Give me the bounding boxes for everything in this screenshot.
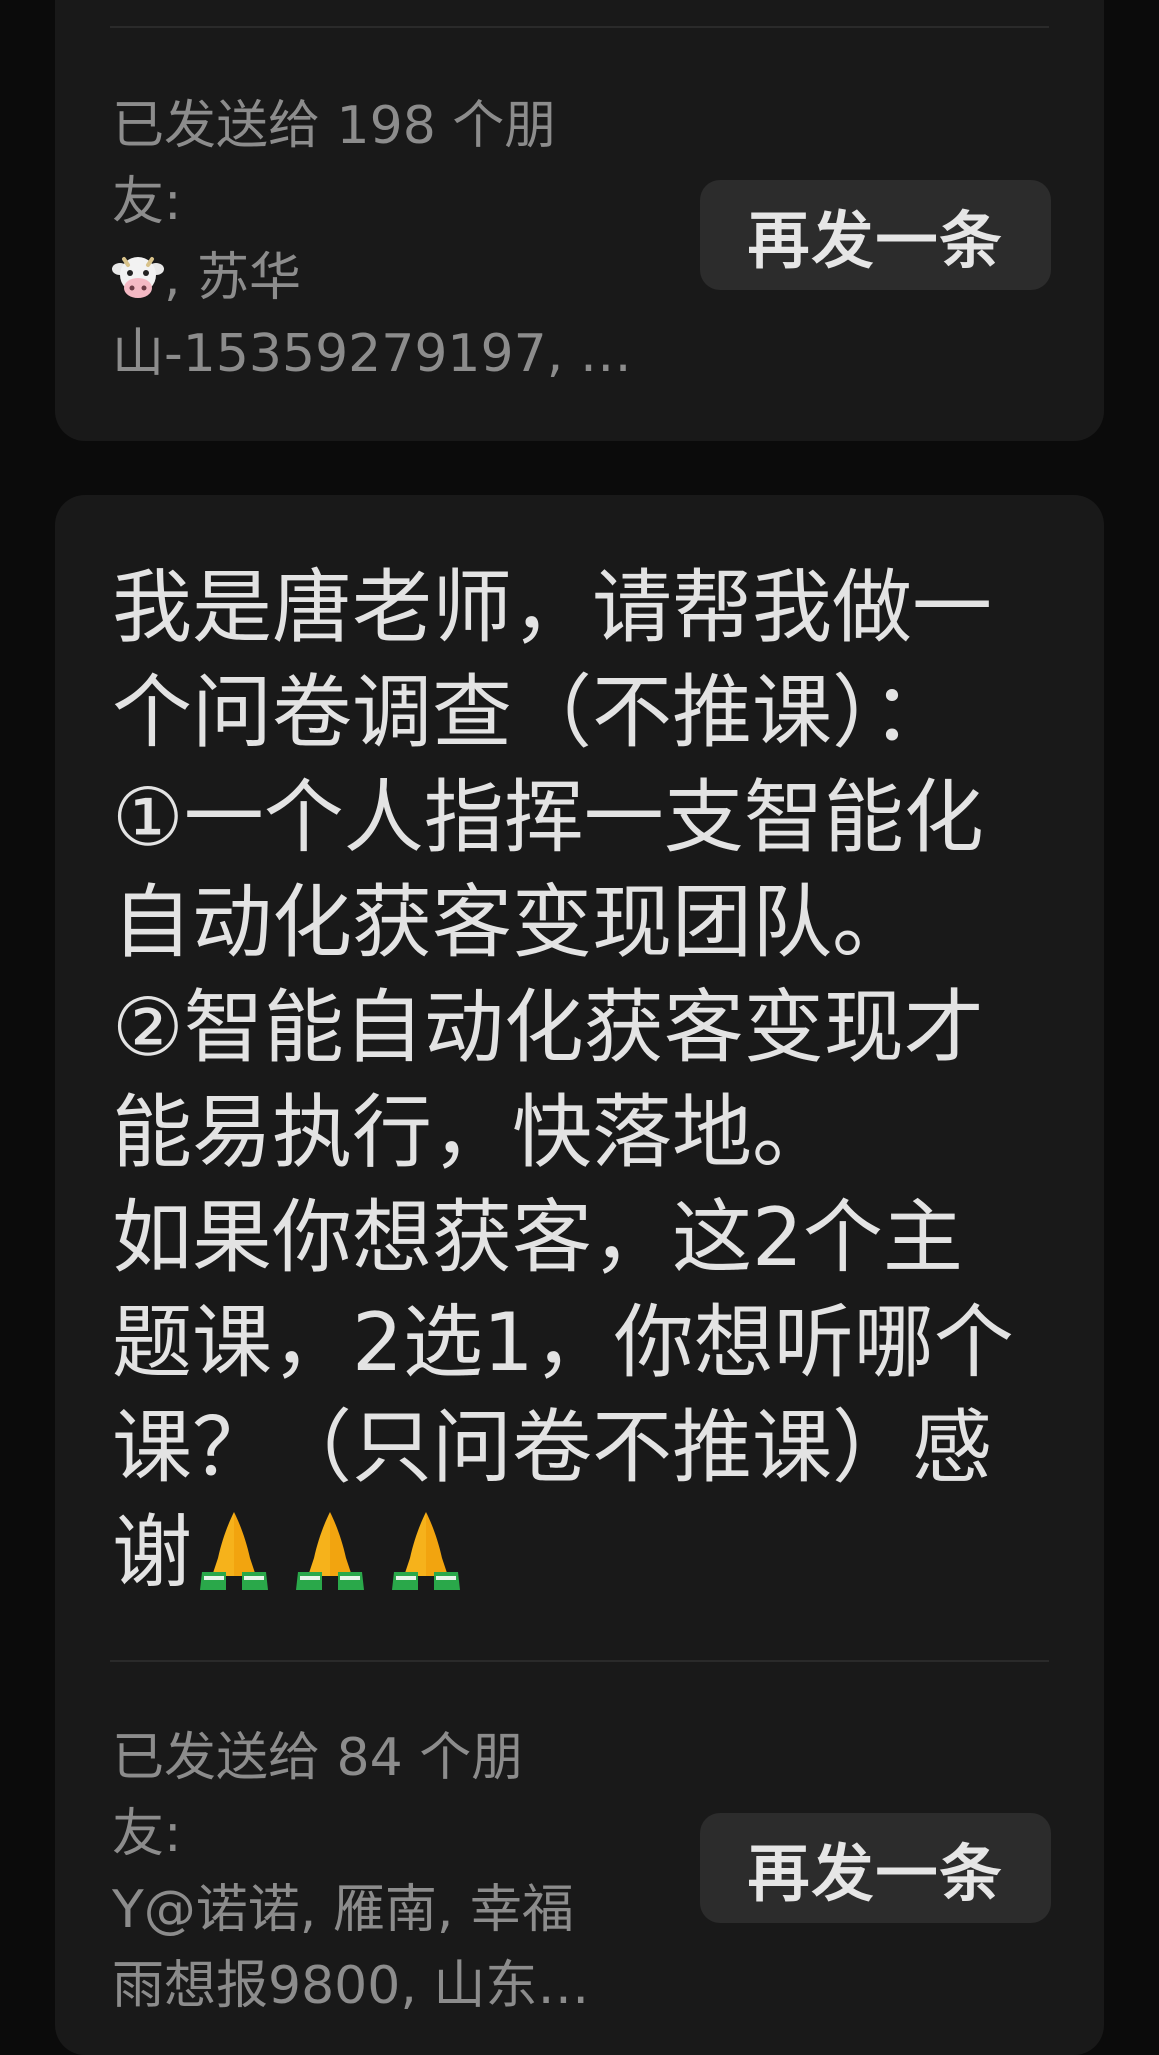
message-line: 能易执行，快落地。 xyxy=(112,1086,832,1179)
message-text: 谢 xyxy=(112,1506,192,1599)
resend-button[interactable]: 再发一条 xyxy=(700,1813,1051,1923)
message-line: 自动化获客变现团队。 xyxy=(112,876,912,969)
folded-hands-icon xyxy=(200,1512,268,1590)
recipients-summary: 已发送给 84 个朋 友: Y@诺诺, 雁南, 幸福 雨想报9800, 山东… xyxy=(112,1720,672,2024)
message-line: ①一个人指挥一支智能化 xyxy=(112,771,984,864)
message-line: 题课，2选1，你想听哪个 xyxy=(112,1296,1014,1389)
message-line: 个问卷调查（不推课）： xyxy=(112,666,952,759)
recipients-text: , 苏华 xyxy=(164,248,302,308)
divider xyxy=(110,26,1049,28)
divider xyxy=(110,1660,1049,1662)
recipients-line: , 苏华 xyxy=(112,240,672,316)
resend-button[interactable]: 再发一条 xyxy=(700,180,1051,290)
recipients-line: 已发送给 198 个朋 xyxy=(112,96,557,156)
message-line: 我是唐老师，请帮我做一 xyxy=(112,561,992,654)
recipients-line: 山-15359279197, … xyxy=(112,324,632,384)
sent-message-card: 我是唐老师，请帮我做一 个问卷调查（不推课）： ①一个人指挥一支智能化 自动化获… xyxy=(55,495,1104,2055)
message-line: 谢 xyxy=(112,1500,1072,1605)
message-line: ②智能自动化获客变现才 xyxy=(112,981,984,1074)
recipients-line: Y@诺诺, 雁南, 幸福 xyxy=(112,1880,574,1940)
folded-hands-icon xyxy=(296,1512,364,1590)
recipients-line: 已发送给 84 个朋 xyxy=(112,1728,524,1788)
sent-message-card: 已发送给 198 个朋 友: , 苏华 山-15359279197, … 再发一… xyxy=(55,0,1104,441)
recipients-line: 友: xyxy=(112,1804,182,1864)
recipients-line: 友: xyxy=(112,172,182,232)
recipients-summary: 已发送给 198 个朋 友: , 苏华 山-15359279197, … xyxy=(112,88,672,392)
message-line: 课？（只问卷不推课）感 xyxy=(112,1401,992,1494)
recipients-line: 雨想报9800, 山东… xyxy=(112,1956,590,2016)
message-body[interactable]: 我是唐老师，请帮我做一 个问卷调查（不推课）： ①一个人指挥一支智能化 自动化获… xyxy=(112,555,1072,1605)
folded-hands-icon xyxy=(392,1512,460,1590)
message-line: 如果你想获客，这2个主 xyxy=(112,1191,963,1284)
cow-face-icon xyxy=(112,257,164,298)
